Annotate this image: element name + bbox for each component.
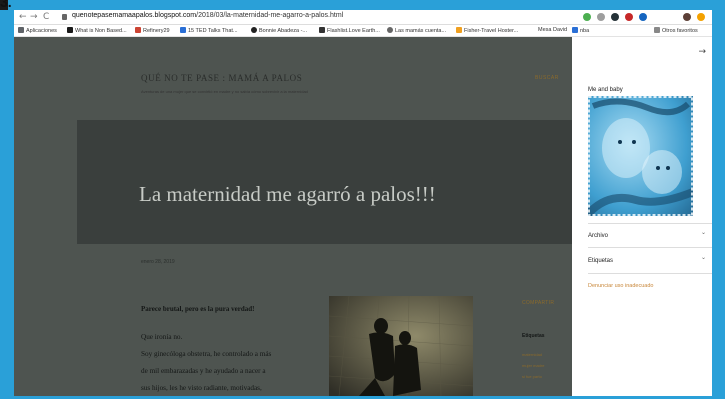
blog-page: QUÉ NO TE PASE : MAMÁ A PALOS Aventuras … <box>14 37 572 396</box>
bookmark-item[interactable]: What is Non Based... <box>67 27 127 34</box>
bookmark-favicon <box>319 27 325 33</box>
sidebar-drawer: → Me and baby Archivo ⌄ Etiquetas ⌄ Denu… <box>572 37 712 396</box>
post-label-link[interactable]: maternidad <box>522 352 542 357</box>
extension-icon-green[interactable] <box>583 13 591 21</box>
profile-photo <box>588 96 693 216</box>
bookmark-favicon <box>456 27 462 33</box>
bookmark-item[interactable]: Aplicaciones <box>18 27 57 34</box>
reload-button[interactable]: C <box>43 12 49 22</box>
profile-avatar[interactable] <box>683 13 691 21</box>
labels-widget-label[interactable]: Etiquetas <box>588 258 613 264</box>
bookmark-item[interactable]: Mesa David <box>538 27 567 33</box>
lock-icon <box>62 14 67 20</box>
sidebar-image-heading: Me and baby <box>588 87 623 93</box>
bookmark-item[interactable]: 15 TED Talks That... <box>180 27 238 34</box>
shadow-photo-illustration <box>329 296 473 396</box>
bookmark-favicon <box>180 27 186 33</box>
post-lead-paragraph: Parece brutal, pero es la pura verdad! <box>141 305 255 313</box>
post-label-link[interactable]: si fue parto <box>522 374 542 379</box>
post-title: La maternidad me agarró a palos!!! <box>139 182 436 206</box>
figure-label: 3. <box>0 0 12 10</box>
menu-icon[interactable] <box>697 13 705 21</box>
blog-description: Aventuras de una mujer que se convirtió … <box>141 89 308 94</box>
extension-icon-blue[interactable] <box>639 13 647 21</box>
url-host: quenotepasemamaapalos.blogspot.com <box>72 12 197 19</box>
post-body: Parece brutal, pero es la pura verdad! Q… <box>141 305 326 396</box>
share-button[interactable]: COMPARTIR <box>522 300 554 306</box>
bookmark-item[interactable]: Otros favoritos <box>654 27 698 34</box>
search-button[interactable]: BUSCAR <box>535 75 559 81</box>
apps-icon <box>18 27 24 33</box>
post-paragraph: de mil embarazadas y he ayudado a nacer … <box>141 367 266 375</box>
chevron-down-icon[interactable]: ⌄ <box>701 254 706 261</box>
blog-title[interactable]: QUÉ NO TE PASE : MAMÁ A PALOS <box>141 73 302 83</box>
post-paragraph: Que ironía no. <box>141 333 183 341</box>
post-shadow-photo <box>329 296 473 396</box>
mother-and-baby-photo <box>588 96 693 216</box>
post-labels-heading: Etiquetas <box>522 333 545 339</box>
extension-icon-gray[interactable] <box>597 13 605 21</box>
bookmark-item[interactable]: Flashlist.Love Earth... <box>319 27 380 34</box>
bookmark-favicon <box>67 27 73 33</box>
archive-widget-label[interactable]: Archivo <box>588 233 608 239</box>
bookmark-favicon <box>135 27 141 33</box>
sidebar-divider <box>588 223 712 224</box>
bookmarks-bar: Aplicaciones What is Non Based... Refine… <box>14 25 712 37</box>
post-date[interactable]: enero 28, 2019 <box>141 259 175 265</box>
url-path: /2018/03/la-maternidad-me-agarro-a-palos… <box>196 12 344 19</box>
bookmark-item[interactable]: Refinery29 <box>135 27 170 34</box>
bookmark-item[interactable]: nba <box>572 27 589 34</box>
folder-icon <box>654 27 660 33</box>
close-sidebar-arrow-icon[interactable]: → <box>698 47 706 57</box>
forward-button[interactable]: → <box>30 12 38 22</box>
bookmark-item[interactable]: Fisher-Travel Hoster... <box>456 27 518 34</box>
bookmark-favicon <box>251 27 257 33</box>
back-button[interactable]: ← <box>19 12 27 22</box>
chevron-down-icon[interactable]: ⌄ <box>701 229 706 236</box>
bookmark-item[interactable]: Las mamás cuenta... <box>387 27 446 34</box>
extension-icon-red[interactable] <box>625 13 633 21</box>
sidebar-divider <box>588 273 712 274</box>
post-paragraph: sus hijos, les he visto radiante, motiva… <box>141 384 262 392</box>
bookmark-favicon <box>572 27 578 33</box>
url-field[interactable]: quenotepasemamaapalos.blogspot.com/2018/… <box>72 12 343 19</box>
address-bar-row: ← → C quenotepasemamaapalos.blogspot.com… <box>14 10 712 25</box>
post-paragraph: Soy ginecóloga obstetra, he controlado a… <box>141 350 272 358</box>
bookmark-favicon <box>387 27 393 33</box>
report-abuse-link[interactable]: Denunciar uso inadecuado <box>588 283 653 289</box>
browser-window: ← → C quenotepasemamaapalos.blogspot.com… <box>14 10 712 396</box>
screenshot-frame: 3. ← → C quenotepasemamaapalos.blogspot.… <box>0 0 725 399</box>
post-label-link[interactable]: mujer madre <box>522 363 544 368</box>
bookmark-item[interactable]: Bonnie Abadeza -... <box>251 27 307 34</box>
sidebar-divider <box>588 247 712 248</box>
extension-icon-dark[interactable] <box>611 13 619 21</box>
